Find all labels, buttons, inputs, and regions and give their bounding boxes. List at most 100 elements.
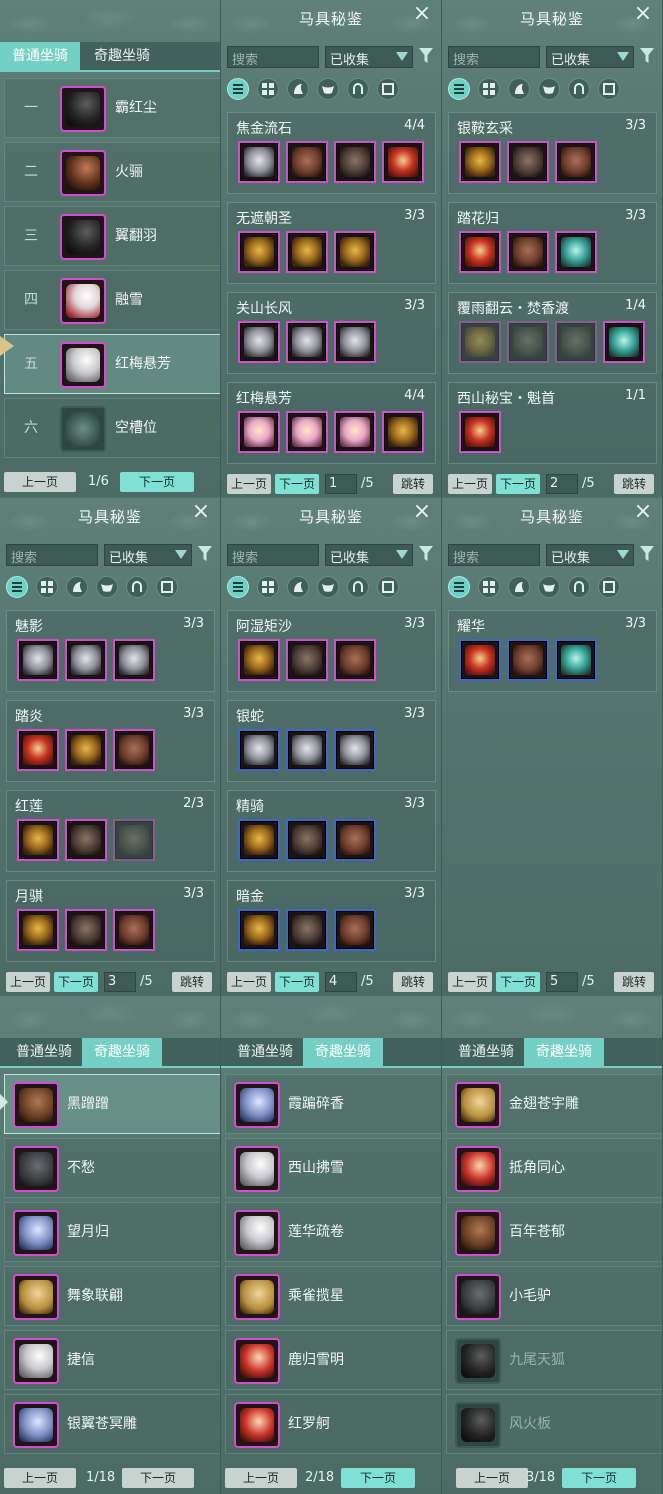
funnel-icon[interactable]	[640, 48, 654, 64]
gear-item[interactable]	[459, 321, 501, 363]
prev-page-button[interactable]: 上一页	[456, 1468, 528, 1488]
stirrup-icon[interactable]	[347, 576, 369, 598]
set-card[interactable]: 踏花归 3/3	[448, 202, 657, 284]
list-item[interactable]: 鹿归雪明	[225, 1330, 441, 1390]
funnel-icon[interactable]	[198, 546, 212, 562]
list-item[interactable]: 抵角同心	[446, 1138, 662, 1198]
head-gear-icon[interactable]	[508, 78, 530, 100]
gear-item[interactable]	[17, 729, 59, 771]
set-card[interactable]: 踏炎 3/3	[6, 700, 215, 782]
gear-item[interactable]	[334, 231, 376, 273]
next-page-button[interactable]: 下一页	[562, 1468, 636, 1488]
prev-page-button[interactable]: 上一页	[4, 1468, 76, 1488]
close-icon[interactable]: ×	[411, 501, 433, 524]
gear-item[interactable]	[286, 231, 328, 273]
gear-item[interactable]	[65, 729, 107, 771]
prev-page-button[interactable]: 上一页	[6, 972, 50, 992]
list-item[interactable]: 一 霸红尘	[4, 78, 220, 138]
list-item[interactable]: 霞蹁碎香	[225, 1074, 441, 1134]
list-item[interactable]: 莲华疏卷	[225, 1202, 441, 1262]
list-item[interactable]: 望月归	[4, 1202, 220, 1262]
gear-item[interactable]	[238, 639, 280, 681]
set-card[interactable]: 耀华 3/3	[448, 610, 657, 692]
head-gear-icon[interactable]	[66, 576, 88, 598]
tab-normal-mount[interactable]: 普通坐骑	[446, 1038, 526, 1066]
jump-button[interactable]: 跳转	[614, 474, 654, 494]
gear-item[interactable]	[507, 321, 549, 363]
blanket-icon[interactable]	[598, 78, 620, 100]
prev-page-button[interactable]: 上一页	[448, 474, 492, 494]
next-page-button[interactable]: 下一页	[120, 472, 194, 492]
tab-normal-mount[interactable]: 普通坐骑	[225, 1038, 305, 1066]
gear-item[interactable]	[238, 909, 280, 951]
saddle-icon[interactable]	[538, 78, 560, 100]
list-item[interactable]: 舞象联翩	[4, 1266, 220, 1326]
grid-view-icon[interactable]	[257, 576, 279, 598]
gear-item[interactable]	[286, 141, 328, 183]
gear-item[interactable]	[65, 819, 107, 861]
page-number-input[interactable]: 3	[104, 972, 136, 992]
prev-page-button[interactable]: 上一页	[225, 1468, 297, 1488]
blanket-icon[interactable]	[598, 576, 620, 598]
list-item[interactable]: 捷信	[4, 1330, 220, 1390]
list-view-icon[interactable]	[227, 78, 249, 100]
prev-page-button[interactable]: 上一页	[448, 972, 492, 992]
gear-item[interactable]	[17, 819, 59, 861]
grid-view-icon[interactable]	[36, 576, 58, 598]
next-page-button[interactable]: 下一页	[54, 972, 98, 992]
blanket-icon[interactable]	[377, 78, 399, 100]
stirrup-icon[interactable]	[347, 78, 369, 100]
gear-item[interactable]	[65, 639, 107, 681]
set-card[interactable]: 月骐 3/3	[6, 880, 215, 962]
list-item[interactable]: 西山拂雪	[225, 1138, 441, 1198]
gear-item[interactable]	[17, 639, 59, 681]
gear-item[interactable]	[286, 909, 328, 951]
gear-item[interactable]	[238, 141, 280, 183]
gear-item[interactable]	[382, 141, 424, 183]
gear-item[interactable]	[459, 231, 501, 273]
collected-filter-select[interactable]: 已收集	[325, 544, 413, 566]
set-card[interactable]: 焦金流石 4/4	[227, 112, 436, 194]
saddle-icon[interactable]	[317, 78, 339, 100]
set-card[interactable]: 关山长风 3/3	[227, 292, 436, 374]
set-card[interactable]: 银鞍玄采 3/3	[448, 112, 657, 194]
saddle-icon[interactable]	[317, 576, 339, 598]
prev-page-button[interactable]: 上一页	[4, 472, 76, 492]
list-item[interactable]: 三 翼翻羽	[4, 206, 220, 266]
gear-item[interactable]	[555, 141, 597, 183]
list-item[interactable]: 百年苍郁	[446, 1202, 662, 1262]
next-page-button[interactable]: 下一页	[275, 474, 319, 494]
gear-item[interactable]	[459, 639, 501, 681]
gear-item[interactable]	[382, 411, 424, 453]
set-card[interactable]: 阿湿矩沙 3/3	[227, 610, 436, 692]
tab-fun-mount[interactable]: 奇趣坐骑	[303, 1038, 383, 1066]
gear-item[interactable]	[113, 639, 155, 681]
gear-item[interactable]	[459, 411, 501, 453]
gear-item[interactable]	[113, 909, 155, 951]
gear-item[interactable]	[334, 819, 376, 861]
set-card[interactable]: 红梅悬芳 4/4	[227, 382, 436, 464]
page-number-input[interactable]: 5	[546, 972, 578, 992]
list-item[interactable]: 不愁	[4, 1138, 220, 1198]
gear-item[interactable]	[238, 729, 280, 771]
list-item[interactable]: 风火板	[446, 1394, 662, 1454]
gear-item[interactable]	[238, 819, 280, 861]
gear-item[interactable]	[238, 411, 280, 453]
close-icon[interactable]: ×	[632, 501, 654, 524]
blanket-icon[interactable]	[377, 576, 399, 598]
list-item[interactable]: 四 融雪	[4, 270, 220, 330]
set-card[interactable]: 红莲 2/3	[6, 790, 215, 872]
list-view-icon[interactable]	[227, 576, 249, 598]
gear-item[interactable]	[286, 321, 328, 363]
set-card[interactable]: 暗金 3/3	[227, 880, 436, 962]
next-page-button[interactable]: 下一页	[496, 474, 540, 494]
set-card[interactable]: 无遮朝圣 3/3	[227, 202, 436, 284]
list-item[interactable]: 小毛驴	[446, 1266, 662, 1326]
gear-item[interactable]	[65, 909, 107, 951]
gear-item[interactable]	[286, 819, 328, 861]
stirrup-icon[interactable]	[126, 576, 148, 598]
prev-page-button[interactable]: 上一页	[227, 972, 271, 992]
close-icon[interactable]: ×	[411, 3, 433, 26]
list-item-selected[interactable]: 五 红梅悬芳	[4, 334, 220, 394]
head-gear-icon[interactable]	[508, 576, 530, 598]
